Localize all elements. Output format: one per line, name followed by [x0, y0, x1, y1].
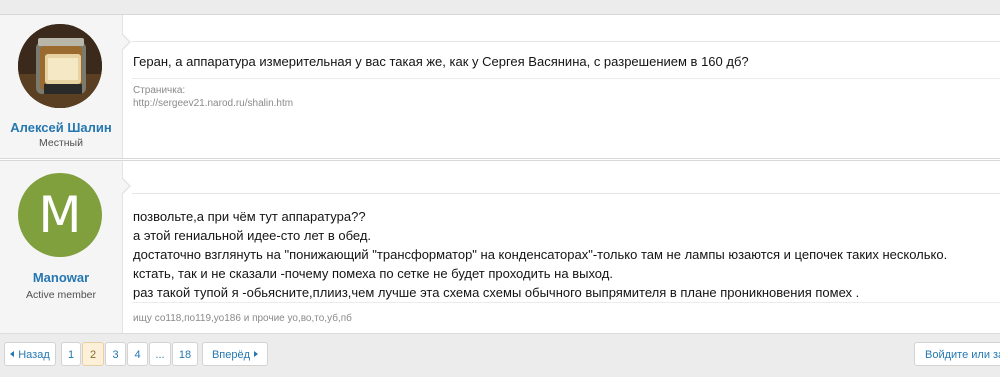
avatar-letter: M	[38, 186, 82, 244]
message-line: позвольте,а при чём тут аппаратура??	[133, 209, 366, 224]
chevron-left-icon	[10, 351, 15, 358]
username[interactable]: Manowar	[0, 270, 122, 285]
top-strip	[0, 0, 1000, 15]
user-title: Active member	[25, 289, 97, 301]
avatar[interactable]: M	[18, 173, 102, 257]
page-link-1[interactable]: 1	[61, 342, 81, 366]
chevron-right-icon	[254, 351, 259, 358]
signature-link[interactable]: http://sergeev21.narod.ru/shalin.htm	[133, 97, 293, 110]
avatar-image	[18, 24, 102, 108]
prev-label: Назад	[18, 349, 50, 361]
pagination-bar: Назад 1 2 3 4 ... 18 Вперёд Войдите или …	[0, 333, 1000, 377]
page-link-3[interactable]: 3	[105, 342, 126, 366]
signature-divider	[132, 302, 1000, 303]
message-line: достаточно взглянуть на "понижающий "тра…	[133, 247, 948, 262]
signature-divider	[132, 78, 1000, 79]
message-line: кстать, так и не сказали -почему помеха …	[133, 266, 613, 281]
signature-line: Страничка:	[133, 85, 186, 96]
post-content: позвольте,а при чём тут аппаратура?? а э…	[123, 161, 1000, 333]
post-1: Алексей Шалин Местный Геран, а аппаратур…	[0, 15, 1000, 159]
message-line: а этой гениальной идее-сто лет в обед.	[133, 228, 372, 243]
post-2: M Manowar Active member позвольте,а при …	[0, 160, 1000, 334]
signature: ищу со118,по119,уо186 и прочие уо,во,то,…	[133, 312, 352, 325]
divider	[132, 41, 1000, 42]
username[interactable]: Алексей Шалин	[0, 120, 122, 135]
page-link-18[interactable]: 18	[172, 342, 198, 366]
signature-line: ищу со118,по119,уо186 и прочие уо,во,то,…	[133, 313, 352, 324]
user-info: M Manowar Active member	[0, 161, 123, 333]
message-body: позвольте,а при чём тут аппаратура?? а э…	[133, 207, 992, 302]
signature: Страничка: http://sergeev21.narod.ru/sha…	[133, 84, 293, 110]
message-line: раз такой тупой я -обьясните,плииз,чем л…	[133, 285, 860, 300]
post-content: Геран, а аппаратура измерительная у вас …	[123, 15, 1000, 158]
page-link-2-current[interactable]: 2	[82, 342, 104, 366]
signin-button[interactable]: Войдите или зарегистрируйтесь	[914, 342, 1000, 366]
next-label: Вперёд	[211, 349, 251, 361]
next-page-button[interactable]: Вперёд	[202, 342, 268, 366]
page-ellipsis[interactable]: ...	[149, 342, 171, 366]
message-body: Геран, а аппаратура измерительная у вас …	[133, 52, 992, 71]
page-link-4[interactable]: 4	[127, 342, 148, 366]
divider	[132, 193, 1000, 194]
user-title: Местный	[39, 137, 83, 149]
user-info: Алексей Шалин Местный	[0, 15, 123, 158]
message-line: Геран, а аппаратура измерительная у вас …	[133, 54, 749, 69]
prev-page-button[interactable]: Назад	[4, 342, 56, 366]
avatar[interactable]	[18, 24, 102, 108]
